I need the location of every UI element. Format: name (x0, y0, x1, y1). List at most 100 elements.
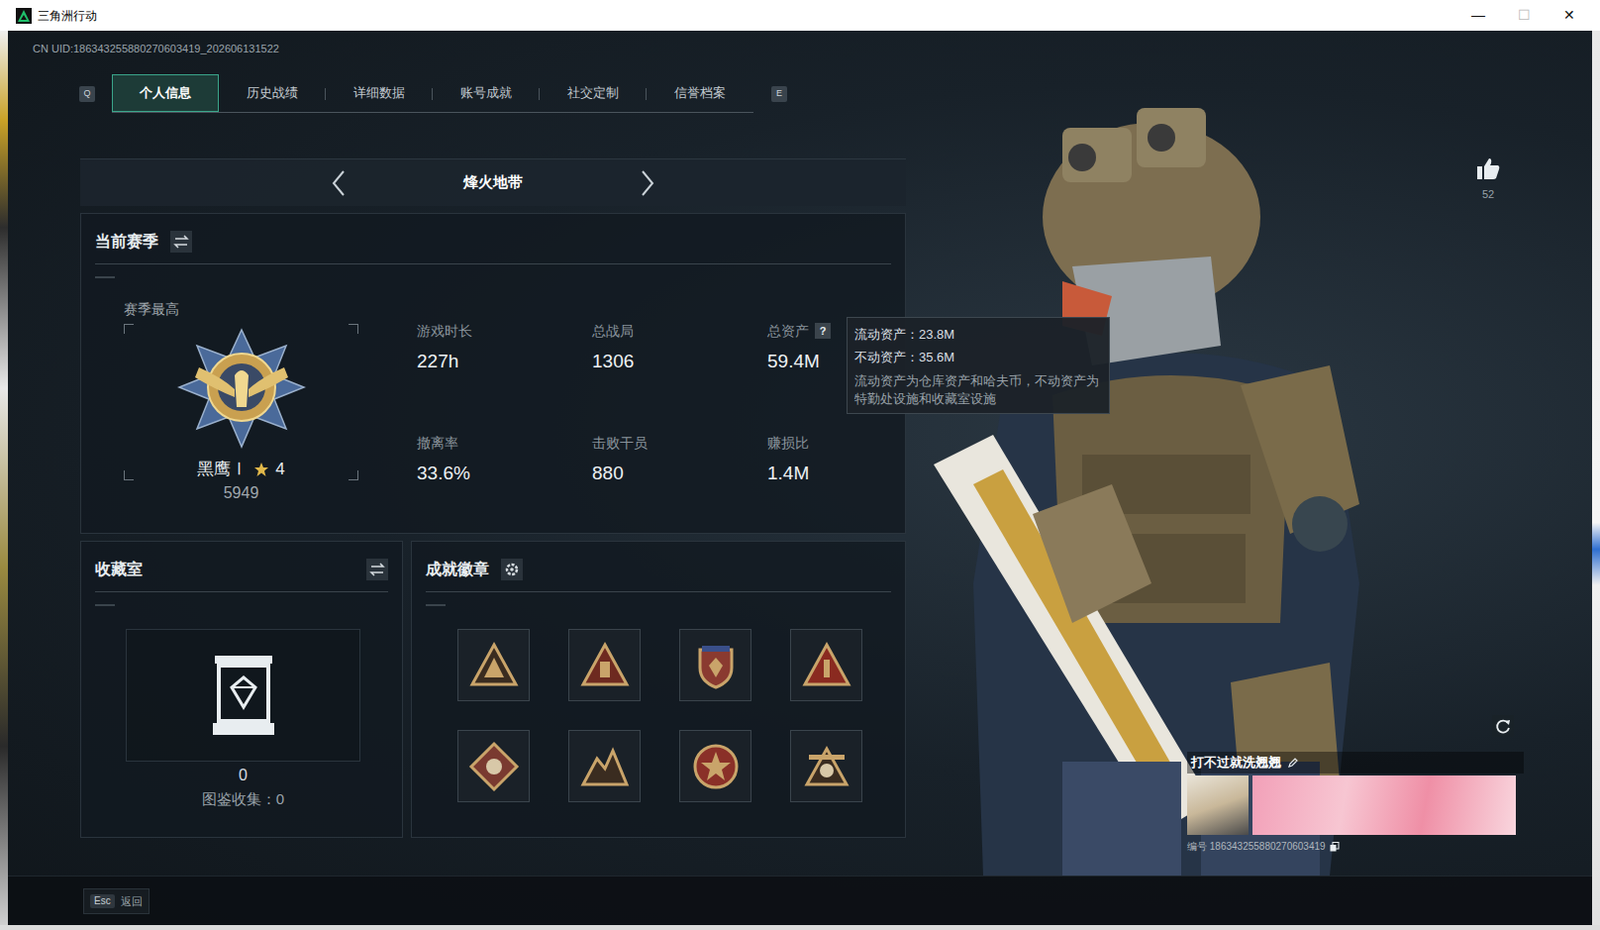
name-card[interactable]: 打不过就洗翘翘 编号 186343255880270603419 (1187, 751, 1524, 855)
stat: 赚损比 1.4M (767, 432, 943, 487)
banner (1252, 775, 1516, 835)
stat-label: 游戏时长 (416, 320, 473, 341)
like-count: 52 (1482, 187, 1495, 201)
mode-selector: 烽火地带 (80, 158, 906, 206)
chevron-left-icon[interactable] (330, 169, 347, 198)
window-control[interactable]: — (1455, 0, 1501, 31)
prev-tab-key[interactable]: Q (79, 86, 96, 102)
stat: 击败干员 880 (592, 432, 768, 487)
achievement-badge[interactable] (568, 729, 641, 802)
star-icon (253, 461, 270, 478)
title-bar: 三角洲行动 —☐✕ (0, 0, 1600, 31)
season-rank: 赛季最高 (123, 299, 359, 503)
tab-label: 历史战绩 (246, 83, 299, 103)
rank-score: 5949 (123, 483, 359, 503)
tooltip-line: 流动资产：23.8M (854, 322, 1102, 346)
desktop-edge (0, 30, 8, 925)
tab[interactable]: 账号成就 (432, 74, 540, 112)
stat: 总战局 1306 (592, 320, 768, 375)
stat-value: 1.4M (767, 460, 943, 487)
tab[interactable]: 社交定制 (539, 74, 647, 112)
collection-display[interactable] (125, 628, 361, 762)
uid-label: CN UID:186343255880270603419_20260613152… (32, 40, 1593, 57)
display-case-icon (208, 653, 279, 737)
stat-value: 227h (416, 348, 593, 375)
gear-icon[interactable] (500, 558, 523, 581)
next-tab-key[interactable]: E (771, 86, 788, 102)
achievement-badge[interactable] (457, 628, 530, 701)
collection-panel: 收藏室 (80, 540, 403, 838)
rank-frame: 黑鹰Ⅰ 4 (123, 323, 359, 481)
achievement-badge[interactable] (679, 628, 752, 701)
refresh-icon[interactable] (1492, 714, 1514, 737)
swap-icon[interactable] (170, 230, 193, 253)
badge-emblem-icon (579, 639, 631, 692)
tab[interactable]: 历史战绩 (218, 74, 326, 112)
like-button[interactable]: 52 (1473, 155, 1503, 201)
player-name: 打不过就洗翘翘 (1191, 752, 1282, 773)
badge-emblem-icon (468, 639, 520, 692)
desktop-edge (1592, 30, 1600, 925)
catalog-count: 图鉴收集：0 (201, 789, 285, 809)
game-viewport: CN UID:186343255880270603419_20260613152… (7, 30, 1593, 925)
stat-value: 880 (592, 460, 768, 487)
help-icon[interactable]: ? (814, 322, 831, 339)
achievement-badge[interactable] (790, 628, 863, 701)
badge-grid (457, 628, 905, 802)
thumbs-up-icon (1475, 155, 1501, 182)
tab-label: 社交定制 (567, 83, 619, 103)
mode-label: 烽火地带 (463, 171, 523, 195)
collection-count: 0 (238, 765, 248, 786)
stat: 撤离率 33.6% (416, 432, 593, 487)
copy-icon[interactable] (1329, 841, 1340, 852)
panel-title: 成就徽章 (425, 557, 490, 582)
back-label: 返回 (120, 894, 143, 908)
badge-emblem-icon (468, 740, 520, 793)
season-panel: 当前赛季 赛季最高 (80, 212, 906, 534)
achievement-badge[interactable] (568, 628, 641, 701)
panel-title: 收藏室 (95, 557, 143, 582)
achievements-panel: 成就徽章 (410, 540, 906, 838)
tab-bar: Q 个人信息 历史战绩 详细数据 账号成就 社交定制 信誉档案 E (79, 74, 1593, 113)
chevron-right-icon[interactable] (639, 169, 656, 198)
stat-value: 1306 (592, 348, 768, 375)
stat-label: 撤离率 (416, 432, 459, 453)
badge-emblem-icon (800, 639, 853, 692)
badge-emblem-icon (690, 740, 742, 793)
badge-emblem-icon (800, 740, 853, 793)
rank-stars: 4 (275, 458, 285, 481)
badge-emblem-icon (579, 740, 631, 793)
stat-label: 赚损比 (767, 432, 809, 453)
panel-title: 当前赛季 (95, 229, 159, 254)
back-button[interactable]: Esc 返回 (83, 888, 150, 914)
tooltip-line: 不动资产：35.6M (854, 345, 1102, 369)
window-controls: —☐✕ (1455, 0, 1593, 31)
footer-bar: Esc 返回 (7, 875, 1593, 925)
esc-key: Esc (90, 894, 115, 908)
stat-label: 总资产 (767, 320, 809, 341)
pencil-icon[interactable] (1287, 756, 1300, 769)
stat-label: 击败干员 (592, 432, 648, 453)
window-title: 三角洲行动 (37, 6, 98, 25)
tab-label: 账号成就 (460, 83, 512, 103)
window-control[interactable]: ✕ (1546, 0, 1593, 31)
asset-tooltip: 流动资产：23.8M不动资产：35.6M 流动资产为仓库资产和哈夫币，不动资产为… (846, 316, 1110, 414)
tab-label: 信誉档案 (674, 83, 726, 103)
stat: 游戏时长 227h (416, 320, 593, 375)
tabs: 个人信息 历史战绩 详细数据 账号成就 社交定制 信誉档案 (111, 74, 754, 113)
tab[interactable]: 信誉档案 (646, 74, 754, 112)
player-id: 编号 186343255880270603419 (1187, 839, 1326, 854)
tab-label: 个人信息 (139, 83, 192, 103)
achievement-badge[interactable] (790, 729, 863, 802)
stat-label: 总战局 (592, 320, 634, 341)
tab[interactable]: 个人信息 (111, 74, 219, 112)
stat-value: 33.6% (416, 460, 593, 487)
badge-emblem-icon (690, 639, 742, 692)
rank-badge-icon (177, 327, 306, 449)
window-control: ☐ (1500, 0, 1547, 31)
achievement-badge[interactable] (679, 729, 752, 802)
achievement-badge[interactable] (457, 729, 530, 802)
avatar (1187, 775, 1249, 835)
tab[interactable]: 详细数据 (325, 74, 433, 112)
swap-icon[interactable] (366, 558, 389, 581)
